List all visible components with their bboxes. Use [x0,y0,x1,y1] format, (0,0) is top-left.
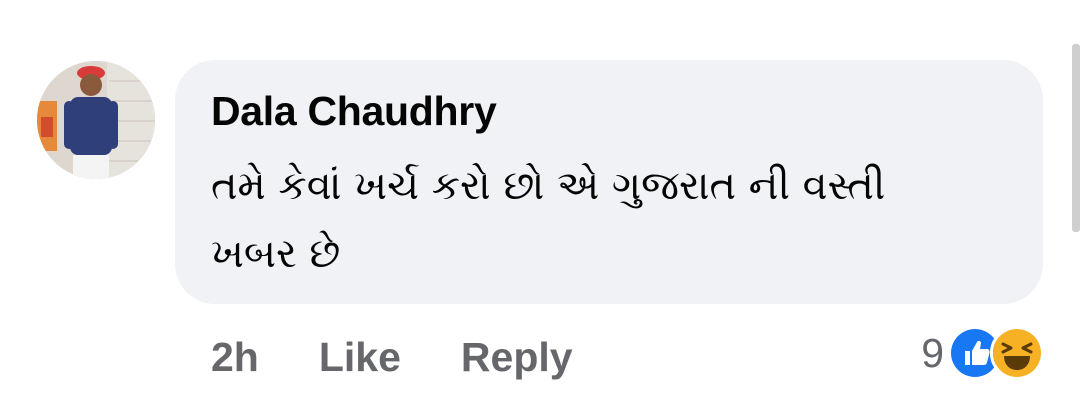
like-button[interactable]: Like [319,334,401,381]
author-name[interactable]: Dala Chaudhry [211,88,497,135]
comment-text: તમે કેવાં ખર્ચ કરો છો એ ગુજરાત ની વસ્તી … [211,163,886,277]
comment-actions: 2h Like Reply [211,332,573,382]
reaction-summary[interactable]: 9 [921,326,1044,380]
haha-icon [990,326,1044,380]
comment-bubble: Dala Chaudhry તમે કેવાં ખર્ચ કરો છો એ ગુ… [175,60,1043,304]
reaction-count: 9 [921,329,944,376]
avatar-photo [37,61,155,179]
scrollbar[interactable] [1072,44,1080,232]
avatar[interactable] [37,61,155,179]
reply-button[interactable]: Reply [461,334,573,381]
comment-screen: Dala Chaudhry તમે કેવાં ખર્ચ કરો છો એ ગુ… [0,0,1080,419]
timestamp[interactable]: 2h [211,334,259,381]
